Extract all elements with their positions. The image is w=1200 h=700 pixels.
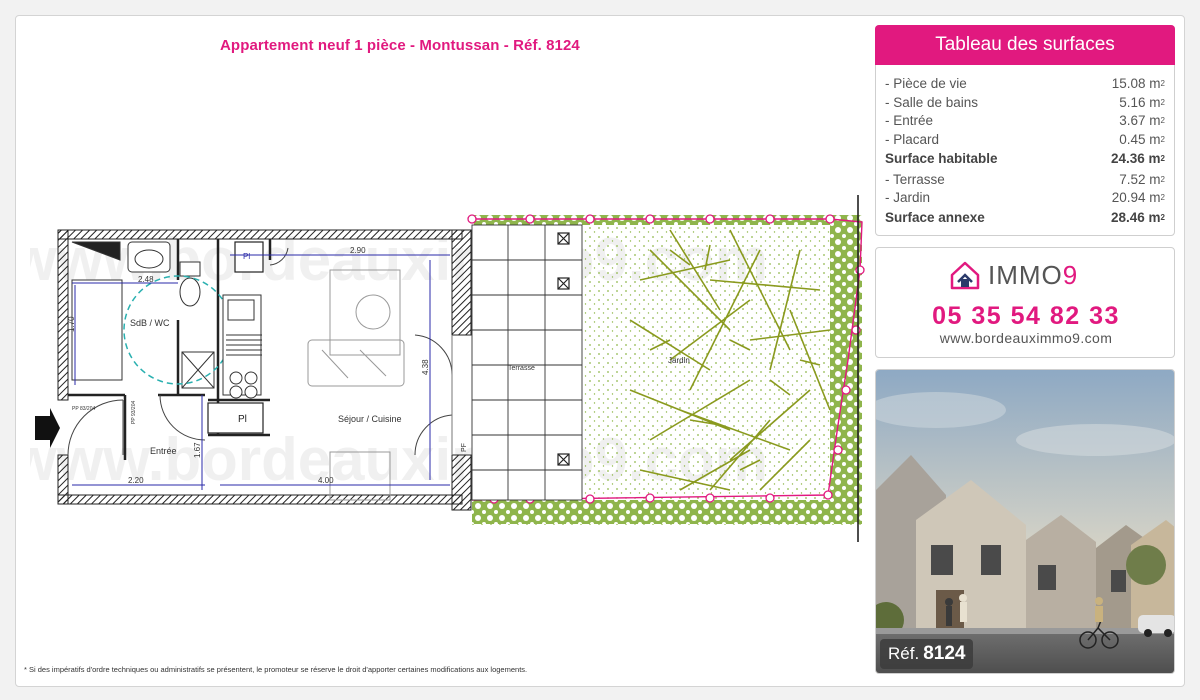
contact-card: IMMO9 05 35 54 82 33 www.bordeauximmo9.c…: [875, 247, 1175, 358]
surface-value-text: 24.36 m: [1111, 151, 1161, 166]
dim-438: 4.38: [421, 359, 430, 375]
phone-number[interactable]: 05 35 54 82 33: [876, 302, 1176, 331]
surfaces-heading: Tableau des surfaces: [875, 25, 1175, 65]
surface-label: - Salle de bains: [885, 94, 979, 110]
house-logo-icon: [950, 261, 980, 290]
surface-value-text: 7.52 m: [1119, 171, 1161, 187]
surface-value: 24.36 m2: [1111, 150, 1165, 169]
surface-row: - Jardin 20.94 m2: [885, 189, 1165, 208]
surface-value: 20.94 m2: [1112, 189, 1165, 208]
dim-167: 1.67: [193, 442, 202, 458]
property-rendering: [876, 370, 1174, 673]
dim-170: 1.70: [67, 316, 76, 332]
surface-value-text: 15.08 m: [1111, 76, 1161, 91]
surface-row: - Terrasse 7.52 m2: [885, 171, 1165, 190]
surface-label: - Terrasse: [885, 171, 945, 187]
reference-number: 8124: [923, 643, 966, 664]
surface-row: - Salle de bains 5.16 m2: [885, 94, 1165, 113]
surface-unit-sup: 2: [1160, 193, 1165, 202]
reference-badge: Réf. 8124: [880, 639, 974, 669]
property-photo: Réf. 8124: [875, 369, 1175, 674]
logo-number: 9: [1062, 259, 1079, 290]
dim-400: 4.00: [318, 476, 334, 485]
placard-label-1: Pl: [243, 252, 250, 261]
surface-label: Surface annexe: [885, 209, 985, 225]
surface-label: Surface habitable: [885, 151, 998, 166]
surface-value: 3.67 m2: [1119, 112, 1165, 131]
surface-label: - Placard: [885, 131, 940, 147]
floor-plan: www.bordeauximmo9.com www.bordeauximmo9.…: [30, 195, 865, 542]
surface-value: 0.45 m2: [1119, 131, 1165, 150]
surface-value-text: 0.45 m: [1119, 131, 1161, 147]
surface-unit-sup: 2: [1160, 212, 1165, 222]
dim-248: 2.48: [138, 275, 154, 284]
kitchen-fixtures: [222, 294, 262, 399]
room-label-sdb: SdB / WC: [130, 318, 170, 328]
surface-value-text: 28.46 m: [1111, 209, 1161, 225]
surface-unit-sup: 2: [1160, 116, 1165, 125]
website-link[interactable]: www.bordeauximmo9.com: [876, 330, 1176, 346]
surface-unit-sup: 2: [1160, 174, 1165, 184]
surface-unit-sup: 2: [1160, 97, 1165, 107]
reference-label: Réf.: [888, 644, 920, 663]
logo-text: IMMO: [988, 259, 1063, 290]
door-label-pp2: PP 93/204: [131, 401, 137, 424]
room-label-entree: Entrée: [150, 446, 177, 456]
surface-label: - Pièce de vie: [885, 76, 967, 91]
surface-total-row: Surface annexe 28.46 m2: [885, 209, 1165, 228]
surface-unit-sup: 2: [1160, 79, 1165, 88]
door-label-pp1: PP 83/204: [72, 406, 95, 412]
dim-220: 2.20: [128, 476, 144, 485]
surface-value-text: 3.67 m: [1119, 113, 1161, 128]
surface-value: 5.16 m2: [1119, 94, 1165, 113]
surface-total-row: Surface habitable 24.36 m2: [885, 150, 1165, 169]
surfaces-rows: - Pièce de vie 15.08 m2- Salle de bains 5.…: [885, 75, 1165, 229]
placard-label-2: Pl: [238, 414, 247, 425]
page-title: Appartement neuf 1 pièce - Montussan - R…: [220, 37, 580, 54]
surface-value: 7.52 m2: [1119, 171, 1165, 190]
room-label-terrasse: Terrasse: [508, 365, 535, 372]
surface-label: - Entrée: [885, 113, 934, 128]
room-label-jardin: Jardin: [668, 356, 690, 365]
surface-label: - Jardin: [885, 190, 931, 205]
surface-unit-sup: 2: [1160, 134, 1165, 144]
surface-value: 28.46 m2: [1111, 209, 1165, 228]
surfaces-table: Tableau des surfaces - Pièce de vie 15.08…: [875, 25, 1175, 236]
dim-290: 2.90: [350, 246, 366, 255]
surface-value-text: 20.94 m: [1111, 190, 1161, 205]
room-label-sejour: Séjour / Cuisine: [338, 414, 402, 424]
footnote: * Si des impératifs d'ordre techniques o…: [24, 665, 528, 674]
window-label-pf: PF: [461, 443, 468, 452]
surface-value-text: 5.16 m: [1119, 94, 1161, 110]
surface-row: - Pièce de vie 15.08 m2: [885, 75, 1165, 94]
immo9-logo: IMMO9: [948, 257, 1078, 293]
surface-row: - Placard 0.45 m2: [885, 131, 1165, 150]
surface-value: 15.08 m2: [1112, 75, 1165, 94]
surface-unit-sup: 2: [1160, 154, 1165, 163]
surface-row: - Entrée 3.67 m2: [885, 112, 1165, 131]
